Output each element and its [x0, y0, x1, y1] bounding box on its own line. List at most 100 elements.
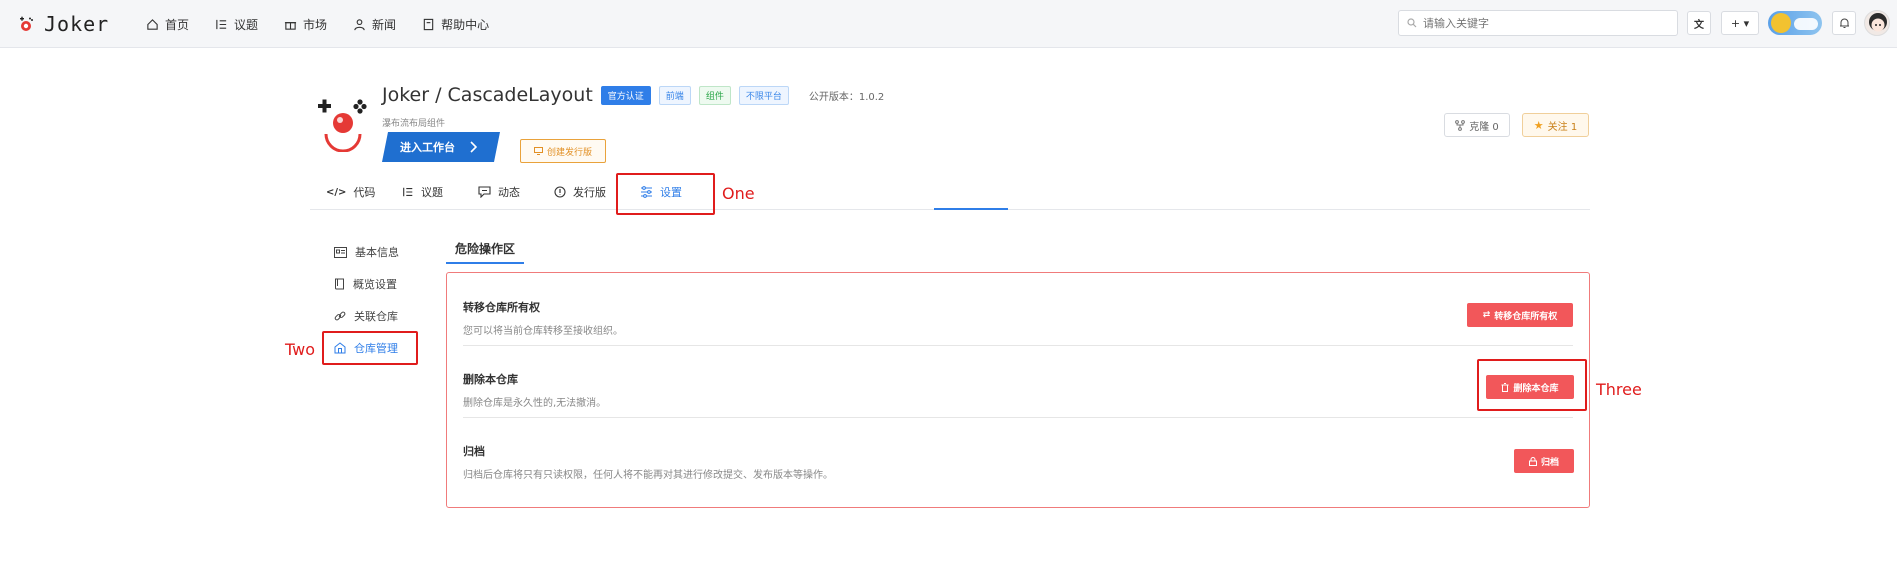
release-icon [554, 186, 566, 198]
top-navbar: Joker 首页 议题 市场 新闻 帮助中心 文 + ▾ [0, 0, 1897, 48]
archive-button[interactable]: 归档 [1514, 449, 1574, 473]
nav-help-label: 帮助中心 [441, 17, 490, 32]
row-divider [463, 417, 1573, 418]
main-nav: 首页 议题 市场 新闻 帮助中心 [146, 0, 489, 48]
archive-title: 归档 [463, 445, 485, 458]
archive-desc: 归档后仓库将只有只读权限，任何人将不能再对其进行修改提交、发布版本等操作。 [463, 470, 833, 481]
transfer-icon: ⇄ [1482, 310, 1491, 320]
news-icon [354, 18, 365, 30]
help-icon [423, 18, 434, 30]
home-icon [147, 18, 158, 30]
search-icon [1407, 18, 1417, 28]
logo-text: Joker [44, 12, 110, 36]
joker-logo-icon [20, 16, 33, 31]
nav-issues-label: 议题 [234, 17, 259, 32]
archive-button-label: 归档 [1540, 457, 1559, 468]
follow-label: 关注 1 [1547, 121, 1578, 133]
annotation-box-three [1477, 359, 1587, 411]
tag-frontend: 前端 [658, 85, 691, 105]
annotation-label-three: Three [1596, 380, 1642, 399]
enter-workspace-label: 进入工作台 [400, 141, 455, 154]
star-icon: ★ [1533, 118, 1544, 132]
tab-activity-label: 动态 [498, 186, 520, 199]
nav-news[interactable]: 新闻 [353, 16, 396, 33]
repo-logo [316, 98, 370, 153]
delete-title: 删除本仓库 [463, 373, 518, 386]
sidebar-item-linked-repos[interactable]: 关联仓库 [334, 308, 398, 324]
chevron-right-icon [469, 141, 477, 153]
sidebar-item-basic-info[interactable]: 基本信息 [334, 244, 399, 260]
translate-button[interactable]: 文 [1687, 11, 1711, 35]
enter-workspace-button[interactable]: 进入工作台 [382, 132, 500, 162]
tag-official: 官方认证 [600, 85, 651, 105]
sidebar-item-label: 关联仓库 [354, 310, 398, 323]
tab-issues[interactable]: 议题 [402, 184, 443, 200]
repo-title[interactable]: Joker / CascadeLayout [382, 84, 593, 106]
danger-zone-panel: 转移仓库所有权 您可以将当前仓库转移至接收组织。 ⇄ 转移仓库所有权 删除本仓库… [446, 272, 1590, 508]
danger-zone-tab[interactable]: 危险操作区 [446, 238, 524, 264]
tag-component: 组件 [698, 85, 731, 105]
avatar-image-icon [1869, 13, 1887, 32]
nav-home[interactable]: 首页 [146, 16, 189, 33]
row-divider [463, 345, 1573, 346]
transfer-desc: 您可以将当前仓库转移至接收组织。 [463, 326, 623, 337]
avatar[interactable] [1864, 10, 1890, 36]
delete-desc: 删除仓库是永久性的,无法撤消。 [463, 398, 607, 409]
sidebar-item-label: 概览设置 [353, 278, 397, 291]
nav-market[interactable]: 市场 [284, 16, 327, 33]
logo[interactable]: Joker [18, 9, 109, 39]
follow-button[interactable]: ★ 关注 1 [1522, 113, 1589, 137]
repo-tabs: </> 代码 议题 动态 发行版 设置 [310, 180, 1590, 210]
search-input[interactable] [1423, 16, 1663, 30]
transfer-title: 转移仓库所有权 [463, 301, 540, 314]
search-box[interactable] [1398, 10, 1678, 36]
tab-release[interactable]: 发行版 [554, 184, 606, 200]
nav-home-label: 首页 [165, 17, 190, 32]
nav-issues[interactable]: 议题 [215, 16, 258, 33]
issues-icon [216, 19, 227, 29]
create-menu-button[interactable]: + ▾ [1721, 11, 1759, 35]
code-icon: </> [326, 186, 347, 198]
transfer-ownership-button[interactable]: ⇄ 转移仓库所有权 [1467, 303, 1573, 327]
repo-title-row: Joker / CascadeLayout 官方认证 前端 组件 不限平台 公开… [382, 84, 884, 106]
nav-market-label: 市场 [303, 17, 328, 32]
public-version: 公开版本：1.0.2 [808, 91, 885, 103]
joker-repo-icon [318, 99, 367, 153]
clone-button[interactable]: 克隆 0 [1444, 113, 1510, 137]
tab-code[interactable]: </> 代码 [326, 184, 375, 200]
annotation-box-two [322, 331, 418, 365]
sun-icon [1771, 13, 1791, 33]
create-release-button[interactable]: 创建发行版 [520, 139, 606, 163]
theme-toggle[interactable] [1768, 11, 1822, 35]
clone-label: 克隆 0 [1469, 121, 1499, 133]
id-card-icon [334, 246, 347, 258]
tag-platform: 不限平台 [738, 85, 789, 105]
tab-issues-label: 议题 [421, 186, 443, 199]
cloud-icon [1794, 18, 1818, 30]
tab-activity[interactable]: 动态 [478, 184, 520, 200]
sidebar-item-label: 基本信息 [355, 246, 399, 259]
tab-release-label: 发行版 [573, 186, 606, 199]
issues-icon [403, 187, 413, 197]
annotation-label-two: Two [285, 340, 315, 359]
repo-description: 瀑布流布局组件 [382, 119, 446, 129]
bell-icon [1839, 18, 1849, 28]
notification-button[interactable] [1832, 11, 1856, 35]
book-icon [335, 278, 344, 290]
annotation-box-one [616, 173, 715, 215]
create-menu-label: + ▾ [1730, 16, 1750, 30]
create-release-label: 创建发行版 [546, 147, 592, 158]
nav-help[interactable]: 帮助中心 [422, 16, 489, 33]
active-tab-indicator [934, 208, 1008, 210]
tab-code-label: 代码 [353, 186, 376, 199]
link-icon [334, 311, 346, 321]
lock-icon [1528, 456, 1537, 466]
activity-icon [478, 186, 491, 198]
monitor-icon [533, 147, 543, 155]
translate-icon: 文 [1694, 19, 1704, 31]
sidebar-item-overview[interactable]: 概览设置 [334, 276, 397, 292]
nav-news-label: 新闻 [372, 17, 397, 32]
fork-icon [1455, 119, 1466, 131]
market-icon [284, 21, 297, 30]
transfer-button-label: 转移仓库所有权 [1494, 311, 1558, 322]
